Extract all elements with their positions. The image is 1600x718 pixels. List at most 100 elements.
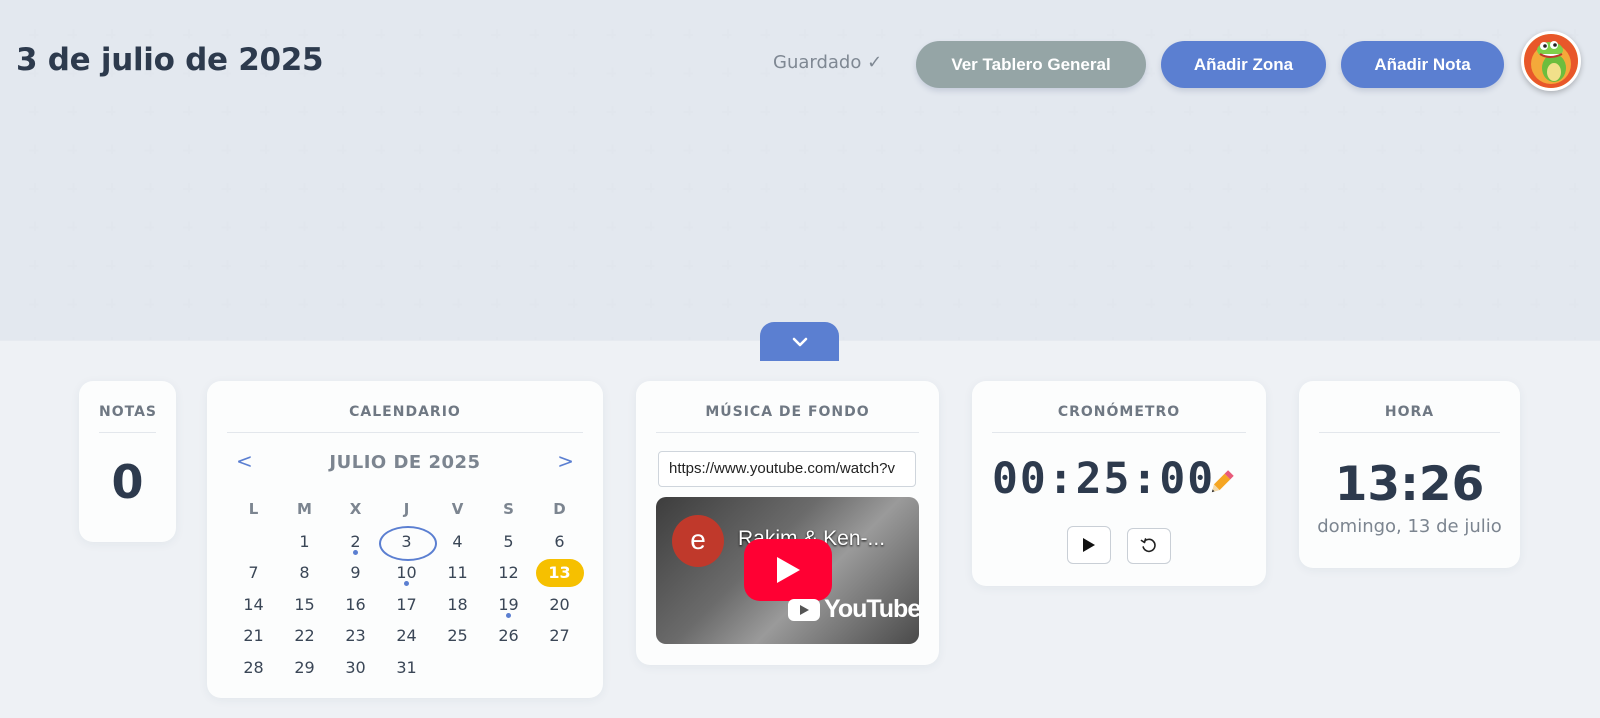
calendar-day[interactable]: 8 xyxy=(279,557,330,588)
calendar-day[interactable]: 23 xyxy=(330,620,381,651)
calendar-day[interactable]: 11 xyxy=(432,557,483,588)
notes-count: 0 xyxy=(111,455,144,509)
view-general-board-button[interactable]: Ver Tablero General xyxy=(916,41,1146,88)
calendar-empty-cell xyxy=(228,526,279,557)
reset-icon xyxy=(1140,538,1156,553)
calendar-day-number: 31 xyxy=(396,657,417,677)
calendar-empty-cell xyxy=(483,652,534,683)
notes-widget-title: NOTAS xyxy=(99,381,156,433)
calendar-week-row: 28 29 30 31 xyxy=(228,652,585,684)
calendar-day-number: 4 xyxy=(452,531,463,551)
stopwatch-play-button[interactable] xyxy=(1067,526,1111,564)
calendar-day[interactable]: 6 xyxy=(534,526,585,557)
weekday-label: V xyxy=(451,500,464,519)
calendar-day[interactable]: 4 xyxy=(432,526,483,557)
crocodile-mascot-icon xyxy=(1524,34,1578,88)
calendar-day-number: 23 xyxy=(345,626,366,646)
calendar-day[interactable]: 3 xyxy=(379,525,437,561)
calendar-day-number: 19 xyxy=(498,594,519,614)
calendar-empty-cell xyxy=(534,652,585,683)
weekday-label: S xyxy=(503,500,514,519)
add-zone-button[interactable]: Añadir Zona xyxy=(1161,41,1326,88)
calendar-next-button[interactable]: > xyxy=(557,449,574,473)
clock-widget: HORA 13:26 domingo, 13 de julio xyxy=(1299,381,1520,568)
youtube-video-player[interactable]: e Rakim & Ken-... YouTube xyxy=(656,497,919,644)
stopwatch-widget-title: CRONÓMETRO xyxy=(992,381,1246,433)
calendar-day[interactable]: 28 xyxy=(228,652,279,683)
calendar-week-row: 1 2 3 4 5 6 xyxy=(228,525,585,561)
music-widget: MÚSICA DE FONDO https://www.youtube.com/… xyxy=(636,381,939,665)
collapse-panel-button[interactable] xyxy=(760,322,839,361)
youtube-play-button[interactable] xyxy=(744,539,832,601)
calendar-day[interactable]: 30 xyxy=(330,652,381,683)
pencil-icon[interactable] xyxy=(1207,469,1235,497)
calendar-day[interactable]: 14 xyxy=(228,589,279,620)
calendar-day-number: 9 xyxy=(350,563,361,583)
avatar[interactable] xyxy=(1521,31,1581,91)
calendar-day[interactable]: 2 xyxy=(330,526,381,557)
calendar-empty-cell xyxy=(432,652,483,683)
calendar-day[interactable]: 12 xyxy=(483,557,534,588)
calendar-day[interactable]: 5 xyxy=(483,526,534,557)
calendar-day-number: 22 xyxy=(294,626,315,646)
page-title: 3 de julio de 2025 xyxy=(16,42,324,78)
calendar-day[interactable]: 29 xyxy=(279,652,330,683)
calendar-day[interactable]: 7 xyxy=(228,557,279,588)
calendar-weekdays: L M X J V S D xyxy=(228,494,585,526)
calendar-day[interactable]: 26 xyxy=(483,620,534,651)
clock-widget-title: HORA xyxy=(1319,381,1500,433)
calendar-day[interactable]: 1 xyxy=(279,526,330,557)
add-note-button[interactable]: Añadir Nota xyxy=(1341,41,1504,88)
weekday-label: M xyxy=(297,500,312,519)
calendar-day[interactable]: 25 xyxy=(432,620,483,651)
calendar-day-number: 14 xyxy=(243,594,264,614)
calendar-day-number: 1 xyxy=(299,531,310,551)
calendar-day-number: 28 xyxy=(243,657,264,677)
calendar-day-number: 21 xyxy=(243,626,264,646)
calendar-day[interactable]: 24 xyxy=(381,620,432,651)
calendar-week-row: 7 8 9 10 11 12 13 xyxy=(228,557,585,589)
saved-status: Guardado ✓ xyxy=(773,52,883,73)
calendar-day[interactable]: 10 xyxy=(381,557,432,588)
calendar-day[interactable]: 17 xyxy=(381,589,432,620)
calendar-day[interactable]: 13 xyxy=(534,557,585,588)
calendar-day-number: 15 xyxy=(294,594,315,614)
calendar-day-number: 24 xyxy=(396,626,417,646)
youtube-logo[interactable]: YouTube xyxy=(788,595,919,624)
channel-avatar[interactable]: e xyxy=(672,515,724,567)
calendar-day-number: 16 xyxy=(345,594,366,614)
stopwatch-reset-button[interactable] xyxy=(1127,528,1171,564)
calendar-day[interactable]: 18 xyxy=(432,589,483,620)
clock-date: domingo, 13 de julio xyxy=(1317,516,1502,537)
weekday-label: D xyxy=(553,500,566,519)
calendar-month-label: JULIO DE 2025 xyxy=(329,452,481,473)
calendar-day-number: 11 xyxy=(447,563,468,583)
calendar-day-number: 2 xyxy=(350,531,361,551)
play-icon xyxy=(1083,538,1095,552)
calendar-day[interactable]: 15 xyxy=(279,589,330,620)
youtube-logo-text: YouTube xyxy=(824,595,919,623)
calendar-day-number: 29 xyxy=(294,657,315,677)
calendar-day-number: 7 xyxy=(248,563,259,583)
calendar-day[interactable]: 27 xyxy=(534,620,585,651)
calendar-day[interactable]: 21 xyxy=(228,620,279,651)
calendar-day-number: 18 xyxy=(447,594,468,614)
youtube-logo-icon xyxy=(788,598,820,621)
board-area[interactable]: 3 de julio de 2025 Guardado ✓ Ver Tabler… xyxy=(0,0,1600,340)
calendar-widget-title: CALENDARIO xyxy=(227,381,583,433)
weekday-label: L xyxy=(248,500,259,519)
stopwatch-time: 00:25:00 xyxy=(992,454,1216,504)
calendar-day-number: 26 xyxy=(498,626,519,646)
music-widget-title: MÚSICA DE FONDO xyxy=(656,381,919,433)
calendar-day[interactable]: 31 xyxy=(381,652,432,683)
calendar-day[interactable]: 16 xyxy=(330,589,381,620)
chevron-down-icon xyxy=(792,337,807,346)
calendar-day-number: 5 xyxy=(503,531,514,551)
calendar-day[interactable]: 20 xyxy=(534,589,585,620)
weekday-label: J xyxy=(403,500,410,519)
youtube-url-input[interactable]: https://www.youtube.com/watch?v xyxy=(658,451,916,487)
calendar-day[interactable]: 22 xyxy=(279,620,330,651)
calendar-day[interactable]: 19 xyxy=(483,589,534,620)
calendar-week-row: 21 22 23 24 25 26 27 xyxy=(228,620,585,652)
calendar-day[interactable]: 9 xyxy=(330,557,381,588)
